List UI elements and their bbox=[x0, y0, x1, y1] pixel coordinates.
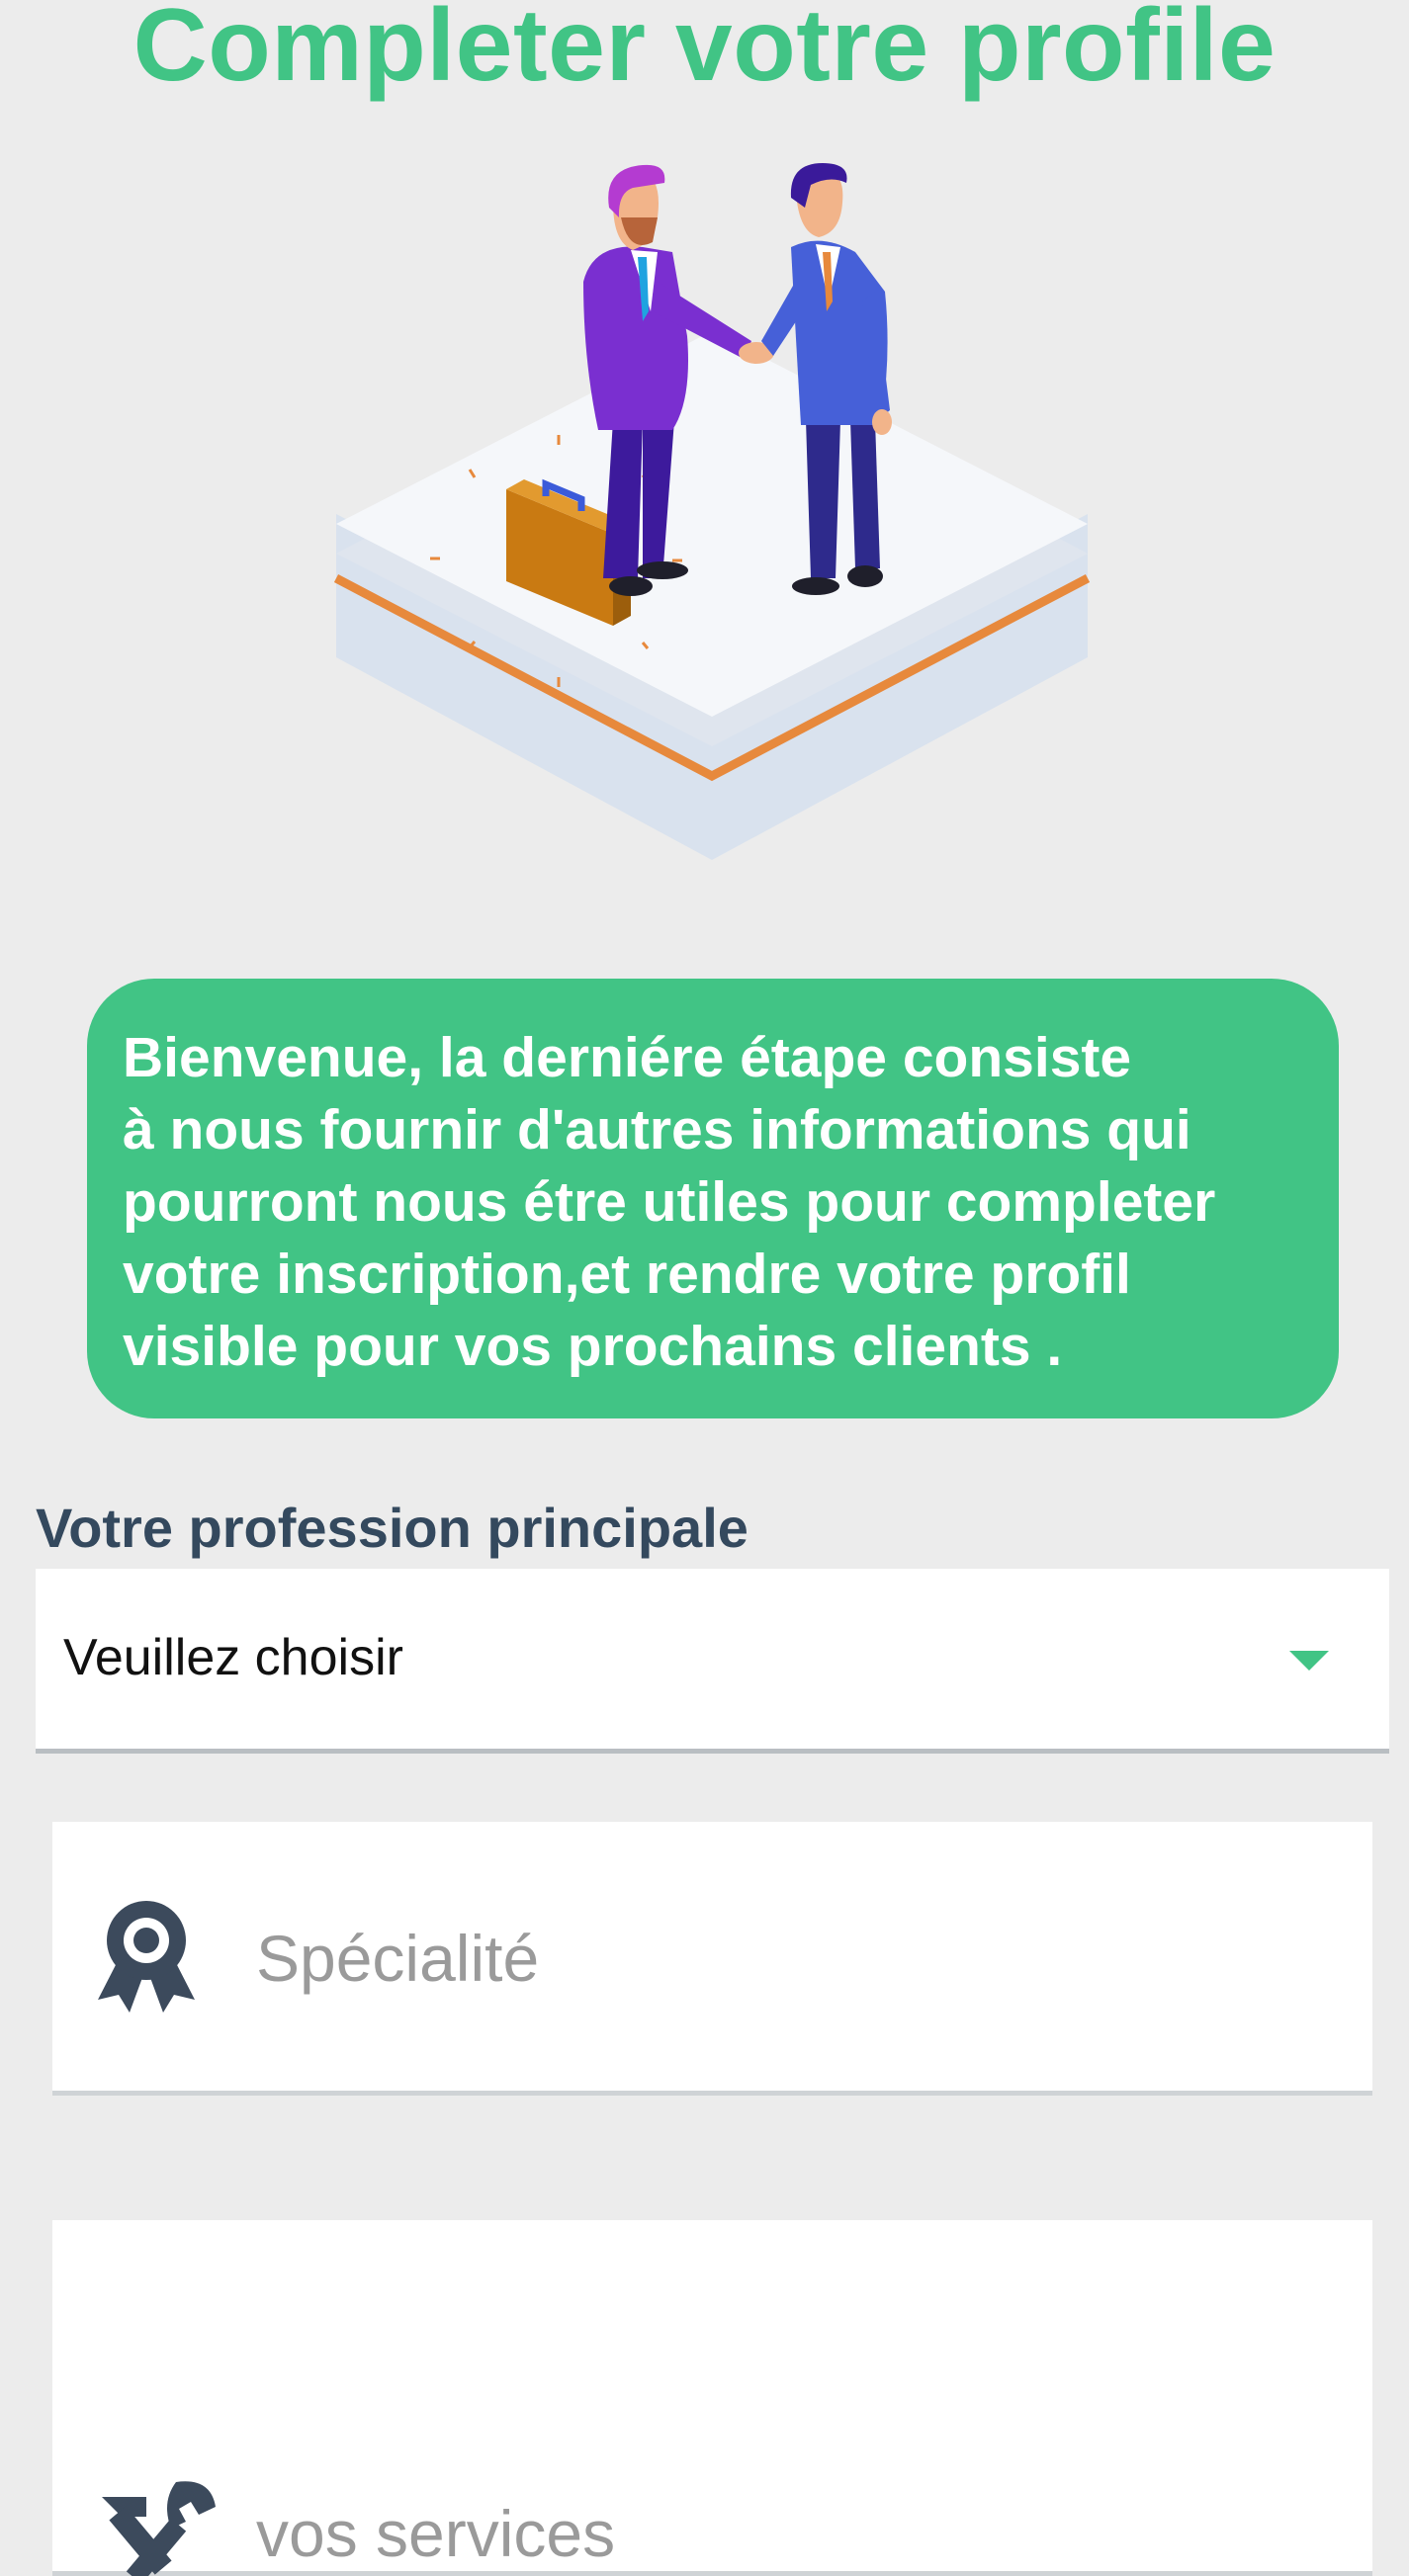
page-title: Completer votre profile bbox=[132, 0, 1277, 103]
award-ribbon-icon bbox=[98, 1901, 195, 2013]
services-placeholder: vos services bbox=[256, 2497, 616, 2570]
profession-select[interactable]: Veuillez choisir bbox=[36, 1569, 1389, 1754]
specialite-field[interactable]: Spécialité bbox=[52, 1822, 1372, 2096]
profession-label: Votre profession principale bbox=[36, 1497, 749, 1559]
tools-icon bbox=[102, 2481, 216, 2576]
caret-down-icon bbox=[1289, 1651, 1329, 1671]
services-field[interactable]: vos services bbox=[52, 2220, 1372, 2576]
profession-selected-value: Veuillez choisir bbox=[63, 1629, 403, 1686]
specialite-placeholder: Spécialité bbox=[256, 1922, 540, 1995]
handshake-illustration bbox=[333, 163, 1091, 860]
welcome-message: Bienvenue, la derniére étape consiste à … bbox=[87, 979, 1339, 1418]
